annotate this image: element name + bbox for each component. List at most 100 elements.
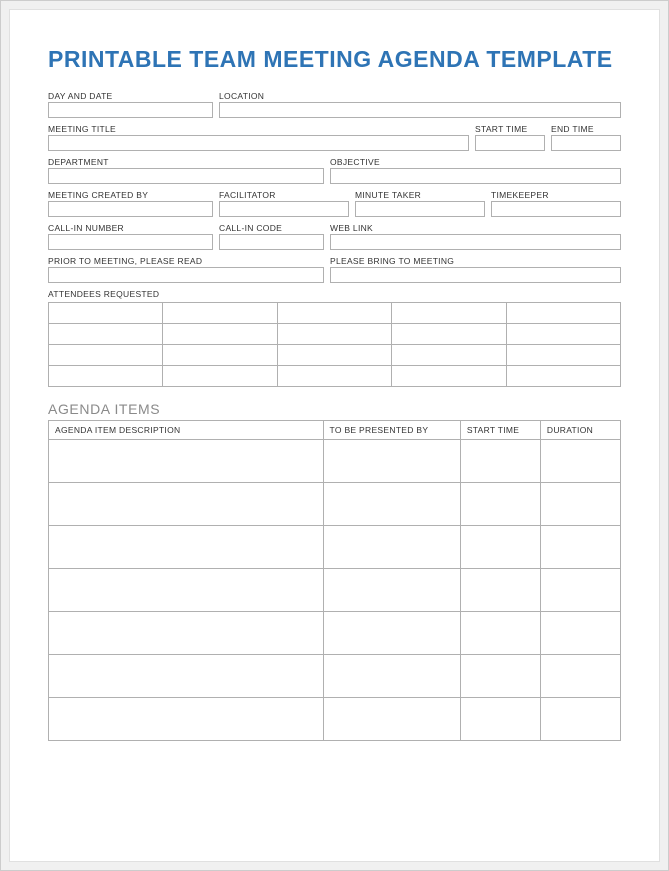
agenda-cell[interactable] bbox=[460, 483, 540, 526]
field-location: LOCATION bbox=[219, 91, 621, 118]
attendees-cell[interactable] bbox=[506, 324, 620, 345]
label-location: LOCATION bbox=[219, 91, 621, 101]
agenda-cell[interactable] bbox=[540, 698, 620, 741]
agenda-cell[interactable] bbox=[540, 655, 620, 698]
input-callin-number[interactable] bbox=[48, 234, 213, 250]
row-dept-objective: DEPARTMENT OBJECTIVE bbox=[48, 157, 621, 184]
input-facilitator[interactable] bbox=[219, 201, 349, 217]
agenda-cell[interactable] bbox=[323, 483, 460, 526]
input-department[interactable] bbox=[48, 168, 324, 184]
agenda-cell[interactable] bbox=[540, 440, 620, 483]
agenda-cell[interactable] bbox=[540, 569, 620, 612]
agenda-cell[interactable] bbox=[323, 526, 460, 569]
document-page: PRINTABLE TEAM MEETING AGENDA TEMPLATE D… bbox=[9, 9, 660, 862]
agenda-cell[interactable] bbox=[323, 655, 460, 698]
agenda-cell[interactable] bbox=[460, 612, 540, 655]
field-callin-number: CALL-IN NUMBER bbox=[48, 223, 213, 250]
attendees-cell[interactable] bbox=[277, 324, 391, 345]
attendees-cell[interactable] bbox=[163, 324, 277, 345]
input-meeting-title[interactable] bbox=[48, 135, 469, 151]
field-department: DEPARTMENT bbox=[48, 157, 324, 184]
attendees-cell[interactable] bbox=[163, 345, 277, 366]
attendees-cell[interactable] bbox=[49, 366, 163, 387]
attendees-row bbox=[49, 324, 621, 345]
agenda-row bbox=[49, 440, 621, 483]
field-end-time: END TIME bbox=[551, 124, 621, 151]
agenda-cell[interactable] bbox=[460, 698, 540, 741]
field-meeting-title: MEETING TITLE bbox=[48, 124, 469, 151]
agenda-row bbox=[49, 483, 621, 526]
agenda-cell[interactable] bbox=[323, 569, 460, 612]
label-web-link: WEB LINK bbox=[330, 223, 621, 233]
input-location[interactable] bbox=[219, 102, 621, 118]
agenda-cell[interactable] bbox=[49, 698, 324, 741]
label-please-bring: PLEASE BRING TO MEETING bbox=[330, 256, 621, 266]
label-day-date: DAY AND DATE bbox=[48, 91, 213, 101]
agenda-cell[interactable] bbox=[49, 440, 324, 483]
agenda-cell[interactable] bbox=[460, 655, 540, 698]
input-please-bring[interactable] bbox=[330, 267, 621, 283]
agenda-cell[interactable] bbox=[49, 526, 324, 569]
attendees-cell[interactable] bbox=[506, 345, 620, 366]
input-created-by[interactable] bbox=[48, 201, 213, 217]
label-department: DEPARTMENT bbox=[48, 157, 324, 167]
field-please-bring: PLEASE BRING TO MEETING bbox=[330, 256, 621, 283]
agenda-cell[interactable] bbox=[540, 612, 620, 655]
input-day-date[interactable] bbox=[48, 102, 213, 118]
attendees-cell[interactable] bbox=[277, 303, 391, 324]
attendees-cell[interactable] bbox=[163, 366, 277, 387]
agenda-cell[interactable] bbox=[460, 440, 540, 483]
col-description: AGENDA ITEM DESCRIPTION bbox=[49, 421, 324, 440]
agenda-cell[interactable] bbox=[49, 655, 324, 698]
attendees-cell[interactable] bbox=[49, 303, 163, 324]
input-web-link[interactable] bbox=[330, 234, 621, 250]
col-presented-by: TO BE PRESENTED BY bbox=[323, 421, 460, 440]
agenda-cell[interactable] bbox=[49, 483, 324, 526]
agenda-cell[interactable] bbox=[49, 612, 324, 655]
agenda-row bbox=[49, 526, 621, 569]
attendees-cell[interactable] bbox=[277, 345, 391, 366]
attendees-cell[interactable] bbox=[392, 366, 506, 387]
agenda-cell[interactable] bbox=[540, 483, 620, 526]
attendees-cell[interactable] bbox=[163, 303, 277, 324]
agenda-cell[interactable] bbox=[49, 569, 324, 612]
input-prior-read[interactable] bbox=[48, 267, 324, 283]
attendees-cell[interactable] bbox=[392, 345, 506, 366]
agenda-cell[interactable] bbox=[460, 569, 540, 612]
field-day-date: DAY AND DATE bbox=[48, 91, 213, 118]
agenda-cell[interactable] bbox=[323, 440, 460, 483]
attendees-cell[interactable] bbox=[506, 366, 620, 387]
agenda-row bbox=[49, 698, 621, 741]
field-start-time: START TIME bbox=[475, 124, 545, 151]
attendees-cell[interactable] bbox=[49, 324, 163, 345]
field-web-link: WEB LINK bbox=[330, 223, 621, 250]
attendees-cell[interactable] bbox=[49, 345, 163, 366]
input-minute-taker[interactable] bbox=[355, 201, 485, 217]
input-end-time[interactable] bbox=[551, 135, 621, 151]
label-callin-code: CALL-IN CODE bbox=[219, 223, 324, 233]
row-title-times: MEETING TITLE START TIME END TIME bbox=[48, 124, 621, 151]
label-callin-number: CALL-IN NUMBER bbox=[48, 223, 213, 233]
field-attendees: ATTENDEES REQUESTED bbox=[48, 289, 621, 300]
attendees-cell[interactable] bbox=[506, 303, 620, 324]
attendees-table bbox=[48, 302, 621, 387]
agenda-cell[interactable] bbox=[323, 612, 460, 655]
page-title: PRINTABLE TEAM MEETING AGENDA TEMPLATE bbox=[48, 46, 621, 73]
field-objective: OBJECTIVE bbox=[330, 157, 621, 184]
agenda-cell[interactable] bbox=[540, 526, 620, 569]
attendees-cell[interactable] bbox=[392, 303, 506, 324]
row-prep: PRIOR TO MEETING, PLEASE READ PLEASE BRI… bbox=[48, 256, 621, 283]
agenda-cell[interactable] bbox=[460, 526, 540, 569]
attendees-cell[interactable] bbox=[392, 324, 506, 345]
agenda-cell[interactable] bbox=[323, 698, 460, 741]
field-callin-code: CALL-IN CODE bbox=[219, 223, 324, 250]
attendees-cell[interactable] bbox=[277, 366, 391, 387]
input-callin-code[interactable] bbox=[219, 234, 324, 250]
agenda-row bbox=[49, 612, 621, 655]
input-start-time[interactable] bbox=[475, 135, 545, 151]
input-objective[interactable] bbox=[330, 168, 621, 184]
field-minute-taker: MINUTE TAKER bbox=[355, 190, 485, 217]
input-timekeeper[interactable] bbox=[491, 201, 621, 217]
label-end-time: END TIME bbox=[551, 124, 621, 134]
label-created-by: MEETING CREATED BY bbox=[48, 190, 213, 200]
